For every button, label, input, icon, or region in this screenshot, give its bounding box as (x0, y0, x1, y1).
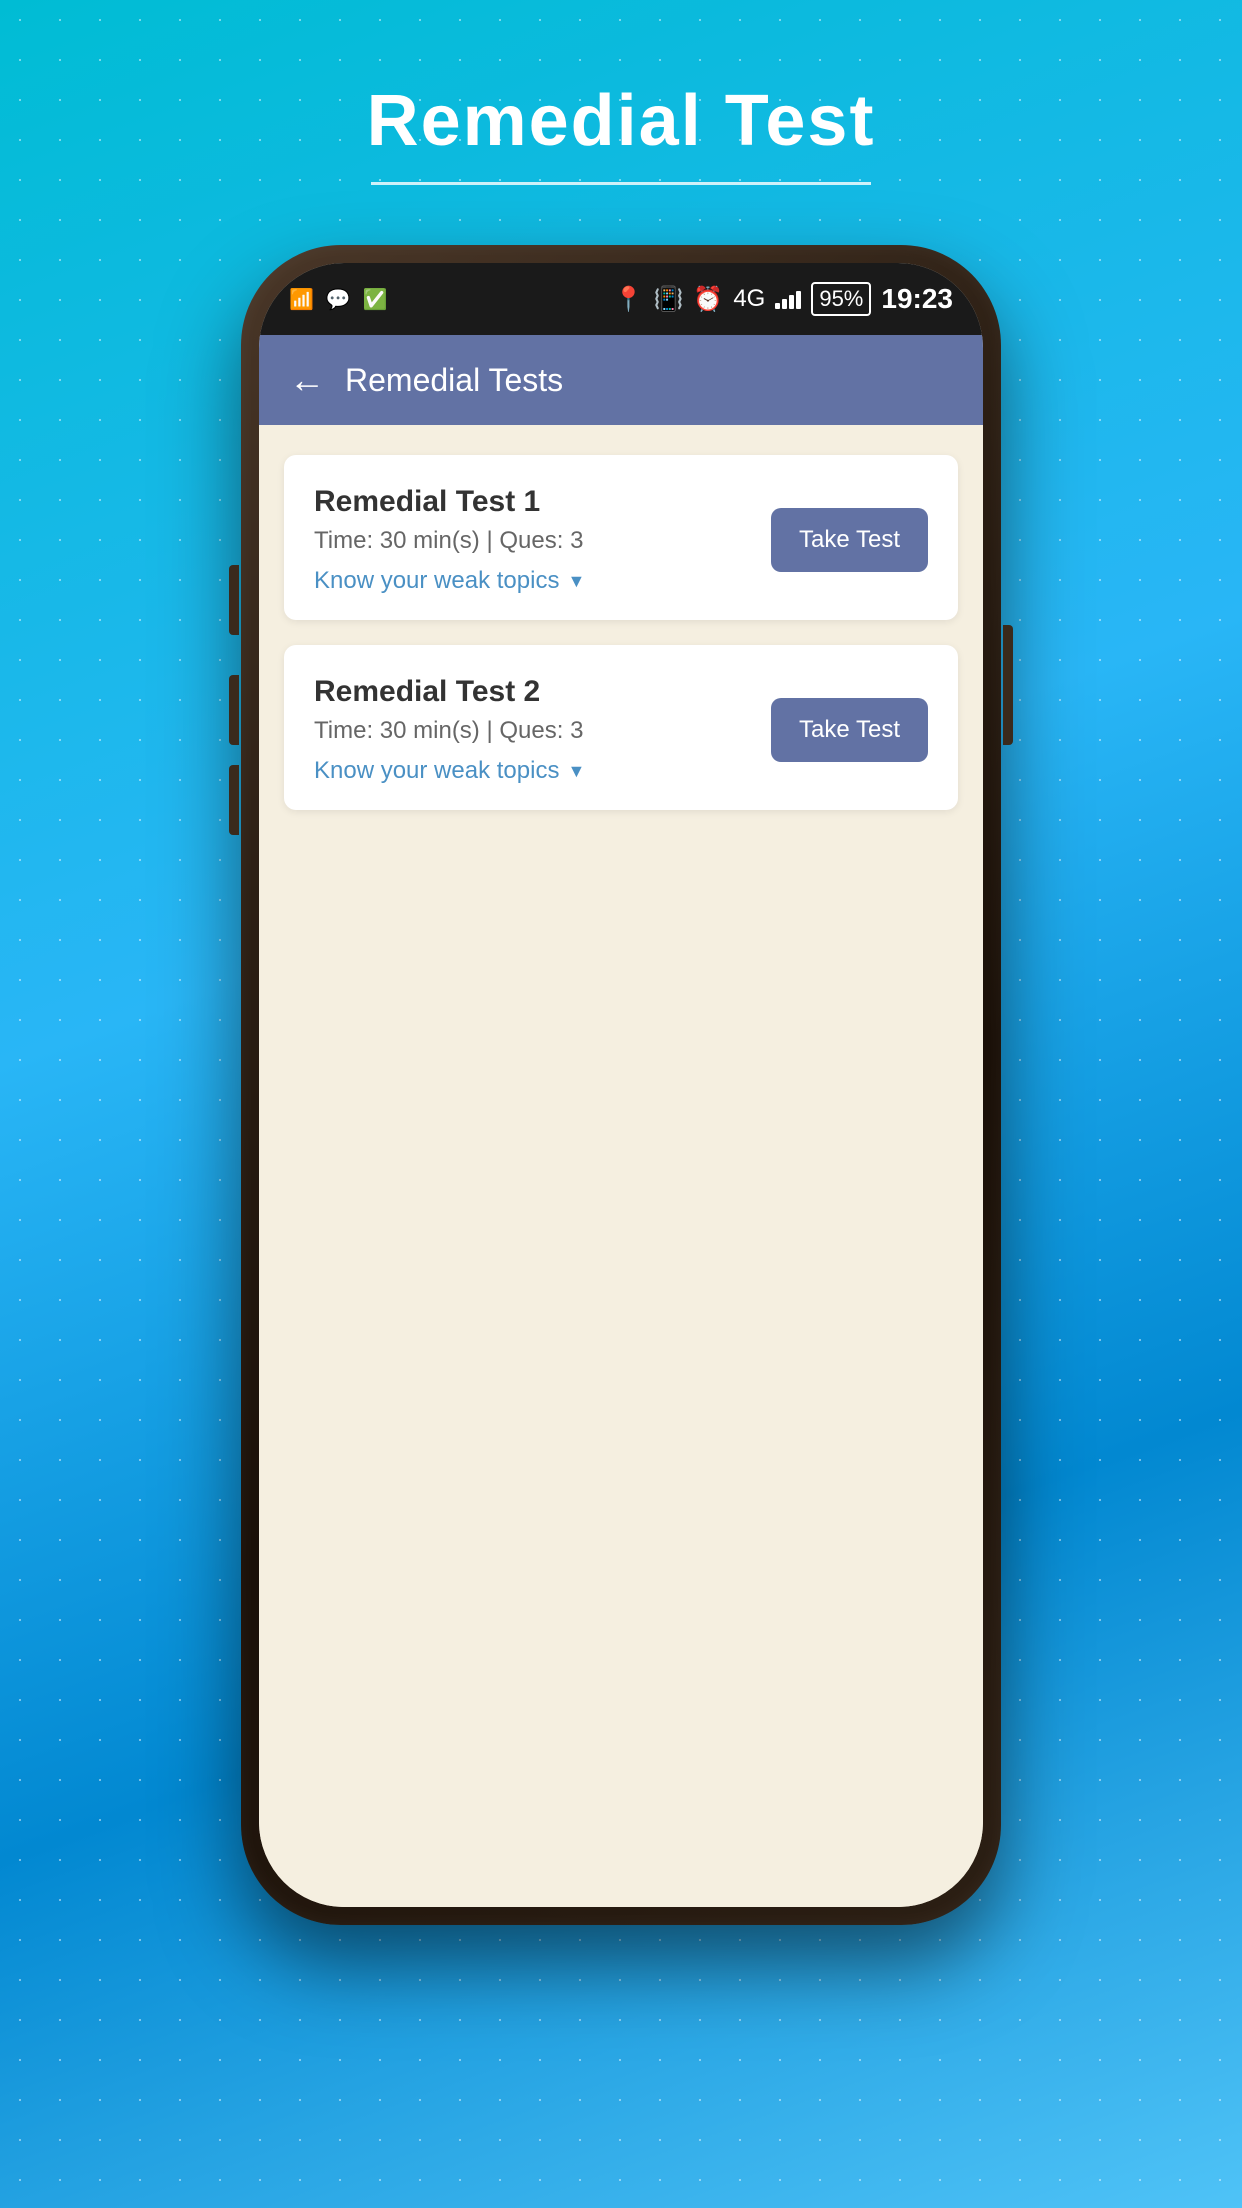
take-test-button-1[interactable]: Take Test (771, 508, 928, 572)
weak-topics-label-2: Know your weak topics (314, 757, 559, 785)
test-meta-1: Time: 30 min(s) | Ques: 3 (314, 527, 771, 555)
page-title-section: Remedial Test (367, 80, 876, 185)
test-name-1: Remedial Test 1 (314, 485, 771, 519)
status-time: 19:23 (881, 283, 953, 315)
battery-indicator: 95% (811, 282, 871, 316)
wifi-icon: 📶 (289, 287, 314, 312)
dropdown-arrow-2: ▼ (567, 761, 585, 782)
status-right: 📍 📳 ⏰ 4G 95% 19:23 (614, 282, 953, 316)
test-info-1: Remedial Test 1 Time: 30 min(s) | Ques: … (314, 485, 771, 595)
signal-bar-2 (782, 299, 787, 309)
test-card-1: Remedial Test 1 Time: 30 min(s) | Ques: … (284, 455, 958, 620)
weak-topics-link-1[interactable]: Know your weak topics ▼ (314, 567, 771, 595)
weak-topics-label-1: Know your weak topics (314, 567, 559, 595)
status-bar: 📶 💬 ✅ 📍 📳 ⏰ 4G (259, 263, 983, 335)
header-title: Remedial Tests (345, 362, 563, 399)
title-underline (371, 182, 871, 185)
alarm-icon: ⏰ (693, 285, 723, 314)
phone-outer: 📶 💬 ✅ 📍 📳 ⏰ 4G (241, 245, 1001, 1925)
check-icon: ✅ (363, 287, 388, 312)
phone-inner: 📶 💬 ✅ 📍 📳 ⏰ 4G (259, 263, 983, 1907)
signal-bar-1 (775, 303, 780, 309)
test-info-2: Remedial Test 2 Time: 30 min(s) | Ques: … (314, 675, 771, 785)
weak-topics-link-2[interactable]: Know your weak topics ▼ (314, 757, 771, 785)
battery-percent: 95% (819, 286, 863, 312)
chat-icon: 💬 (326, 287, 351, 312)
test-name-2: Remedial Test 2 (314, 675, 771, 709)
test-meta-2: Time: 30 min(s) | Ques: 3 (314, 717, 771, 745)
dropdown-arrow-1: ▼ (567, 571, 585, 592)
test-card-2: Remedial Test 2 Time: 30 min(s) | Ques: … (284, 645, 958, 810)
take-test-button-2[interactable]: Take Test (771, 698, 928, 762)
status-left: 📶 💬 ✅ (289, 287, 388, 312)
network-label: 4G (733, 285, 765, 313)
content-area: Remedial Test 1 Time: 30 min(s) | Ques: … (259, 425, 983, 1907)
page-title: Remedial Test (367, 80, 876, 162)
signal-bar-4 (796, 291, 801, 309)
signal-bars (775, 289, 801, 309)
phone-frame: 📶 💬 ✅ 📍 📳 ⏰ 4G (241, 245, 1001, 1925)
back-button[interactable]: ← (289, 359, 325, 401)
signal-bar-3 (789, 295, 794, 309)
vibrate-icon: 📳 (654, 285, 684, 314)
location-icon: 📍 (614, 285, 644, 314)
app-header: ← Remedial Tests (259, 335, 983, 425)
screen: 📶 💬 ✅ 📍 📳 ⏰ 4G (259, 263, 983, 1907)
